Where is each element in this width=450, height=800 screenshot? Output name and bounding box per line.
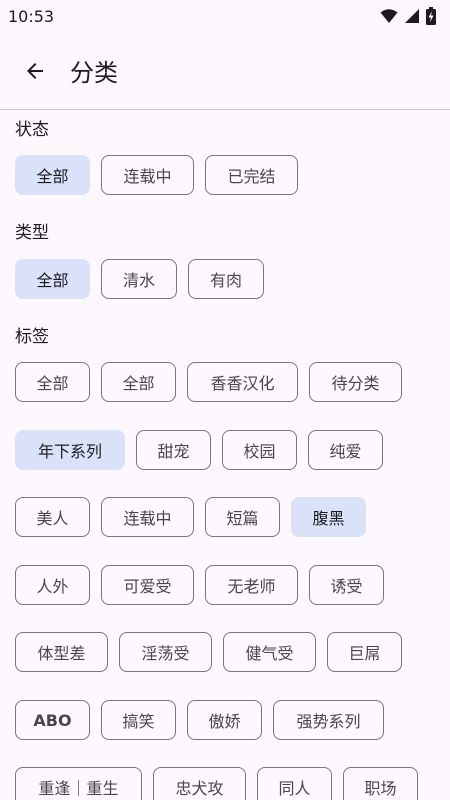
tag-chip[interactable]: 纯爱 xyxy=(308,430,383,470)
type-chip-row: 全部 清水 有肉 xyxy=(15,259,264,299)
tag-chip[interactable]: 巨屌 xyxy=(327,632,402,672)
status-section-title: 状态 xyxy=(15,120,49,140)
tag-chip[interactable]: 诱受 xyxy=(309,565,384,605)
status-chip-ongoing[interactable]: 连载中 xyxy=(101,155,194,195)
type-chip-clean[interactable]: 清水 xyxy=(101,259,177,299)
status-bar: 10:53 xyxy=(0,0,450,32)
cellular-signal-icon xyxy=(405,9,419,23)
tag-chip[interactable]: 甜宠 xyxy=(136,430,211,470)
tag-chip[interactable]: 全部 xyxy=(15,362,90,402)
tag-chip[interactable]: 全部 xyxy=(101,362,176,402)
tag-row: ABO 搞笑 傲娇 强势系列 xyxy=(15,700,384,740)
tag-chip[interactable]: 连载中 xyxy=(101,497,194,537)
page-title: 分类 xyxy=(70,59,118,87)
tags-section-title: 标签 xyxy=(15,327,49,347)
battery-charging-icon xyxy=(426,7,436,25)
tag-chip[interactable]: 腹黑 xyxy=(291,497,366,537)
tag-row: 美人 连载中 短篇 腹黑 xyxy=(15,497,366,537)
wifi-icon xyxy=(380,9,398,23)
tag-chip[interactable]: ABO xyxy=(15,700,90,740)
tag-chip[interactable]: 淫荡受 xyxy=(119,632,212,672)
back-button[interactable] xyxy=(11,47,59,95)
tag-chip[interactable]: 重逢｜重生 xyxy=(15,767,142,800)
type-section-title: 类型 xyxy=(15,223,49,243)
status-chip-row: 全部 连载中 已完结 xyxy=(15,155,298,195)
tag-chip[interactable]: 无老师 xyxy=(205,565,298,605)
tag-row: 年下系列 甜宠 校园 纯爱 xyxy=(15,430,383,470)
tag-chip[interactable]: 待分类 xyxy=(309,362,402,402)
tag-chip[interactable]: 职场 xyxy=(343,767,418,800)
status-chip-completed[interactable]: 已完结 xyxy=(205,155,298,195)
tag-chip[interactable]: 校园 xyxy=(222,430,297,470)
app-bar: 分类 xyxy=(0,32,450,110)
tag-chip[interactable]: 短篇 xyxy=(205,497,280,537)
tag-chip[interactable]: 健气受 xyxy=(223,632,316,672)
tag-chip[interactable]: 傲娇 xyxy=(187,700,262,740)
tag-row: 全部 全部 香香汉化 待分类 xyxy=(15,362,402,402)
type-chip-all[interactable]: 全部 xyxy=(15,259,90,299)
system-icons xyxy=(380,7,436,25)
tag-chip[interactable]: 强势系列 xyxy=(273,700,384,740)
tag-chip[interactable]: 忠犬攻 xyxy=(153,767,246,800)
tag-chip[interactable]: 年下系列 xyxy=(15,430,125,470)
tag-chip[interactable]: 人外 xyxy=(15,565,90,605)
tag-chip[interactable]: 美人 xyxy=(15,497,90,537)
tag-chip[interactable]: 可爱受 xyxy=(101,565,194,605)
type-chip-mature[interactable]: 有肉 xyxy=(188,259,264,299)
tag-chip[interactable]: 搞笑 xyxy=(101,700,176,740)
status-chip-all[interactable]: 全部 xyxy=(15,155,90,195)
arrow-back-icon xyxy=(27,62,43,79)
tag-chip[interactable]: 香香汉化 xyxy=(187,362,298,402)
filter-content[interactable]: 状态 全部 连载中 已完结 类型 全部 清水 有肉 标签 全部 全部 香香汉化 … xyxy=(0,111,450,800)
status-time: 10:53 xyxy=(8,6,55,26)
tag-row: 重逢｜重生 忠犬攻 同人 职场 xyxy=(15,767,418,800)
tag-chip[interactable]: 同人 xyxy=(257,767,332,800)
tag-row: 体型差 淫荡受 健气受 巨屌 xyxy=(15,632,402,672)
tag-row: 人外 可爱受 无老师 诱受 xyxy=(15,565,384,605)
tag-chip[interactable]: 体型差 xyxy=(15,632,108,672)
